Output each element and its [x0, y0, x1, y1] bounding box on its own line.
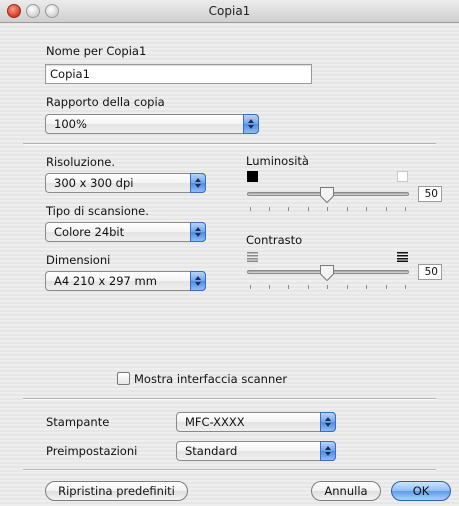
- black-square-icon: [247, 171, 258, 182]
- contrast-label: Contrasto: [246, 233, 303, 247]
- scan-type-label: Tipo di scansione.: [46, 204, 149, 218]
- contrast-value[interactable]: 50: [418, 264, 442, 280]
- scan-type-value: Colore 24bit: [54, 225, 125, 239]
- presets-label: Preimpostazioni: [46, 444, 138, 458]
- section-separator: [23, 398, 436, 400]
- printer-value: MFC-XXXX: [185, 415, 245, 429]
- brightness-label: Luminosità: [246, 154, 309, 168]
- white-square-icon: [397, 171, 408, 182]
- window-title: Copia1: [208, 4, 251, 18]
- brightness-ticks: [250, 207, 406, 212]
- copy-ratio-value: 100%: [54, 117, 87, 131]
- restore-defaults-button[interactable]: Ripristina predefiniti: [45, 481, 188, 501]
- resolution-popup[interactable]: 300 x 300 dpi: [45, 173, 206, 193]
- show-scanner-interface-checkbox[interactable]: [117, 372, 130, 385]
- low-contrast-lines-icon: [247, 252, 258, 262]
- copy-ratio-label: Rapporto della copia: [46, 95, 165, 109]
- printer-label: Stampante: [46, 415, 110, 429]
- up-down-arrows-icon: [320, 412, 336, 432]
- up-down-arrows-icon: [320, 441, 336, 461]
- copy-ratio-popup[interactable]: 100%: [45, 114, 259, 134]
- resolution-label: Risoluzione.: [46, 155, 115, 169]
- scan-type-popup[interactable]: Colore 24bit: [45, 222, 206, 242]
- dimensions-popup[interactable]: A4 210 x 297 mm: [45, 271, 206, 291]
- presets-value: Standard: [185, 444, 238, 458]
- brightness-slider-thumb[interactable]: [319, 186, 335, 204]
- ok-button[interactable]: OK: [391, 481, 451, 501]
- resolution-value: 300 x 300 dpi: [54, 176, 134, 190]
- section-separator: [23, 143, 436, 145]
- section-separator: [23, 469, 436, 471]
- printer-popup[interactable]: MFC-XXXX: [176, 412, 336, 432]
- high-contrast-lines-icon: [397, 252, 408, 262]
- copy-settings-window: Copia1 Nome per Copia1 Rapporto della co…: [0, 0, 459, 506]
- up-down-arrows-icon: [190, 222, 206, 242]
- up-down-arrows-icon: [190, 271, 206, 291]
- up-down-arrows-icon: [243, 114, 259, 134]
- dimensions-value: A4 210 x 297 mm: [54, 274, 157, 288]
- brightness-value[interactable]: 50: [418, 186, 442, 202]
- contrast-slider-thumb[interactable]: [319, 264, 335, 282]
- show-scanner-interface-label: Mostra interfaccia scanner: [134, 372, 288, 386]
- title-bar: Copia1: [0, 0, 459, 23]
- copy-name-field[interactable]: [45, 64, 312, 84]
- copy-name-label: Nome per Copia1: [46, 44, 147, 58]
- presets-popup[interactable]: Standard: [176, 441, 336, 461]
- contrast-ticks: [250, 285, 406, 290]
- up-down-arrows-icon: [190, 173, 206, 193]
- dimensions-label: Dimensioni: [46, 253, 111, 267]
- cancel-button[interactable]: Annulla: [311, 481, 381, 501]
